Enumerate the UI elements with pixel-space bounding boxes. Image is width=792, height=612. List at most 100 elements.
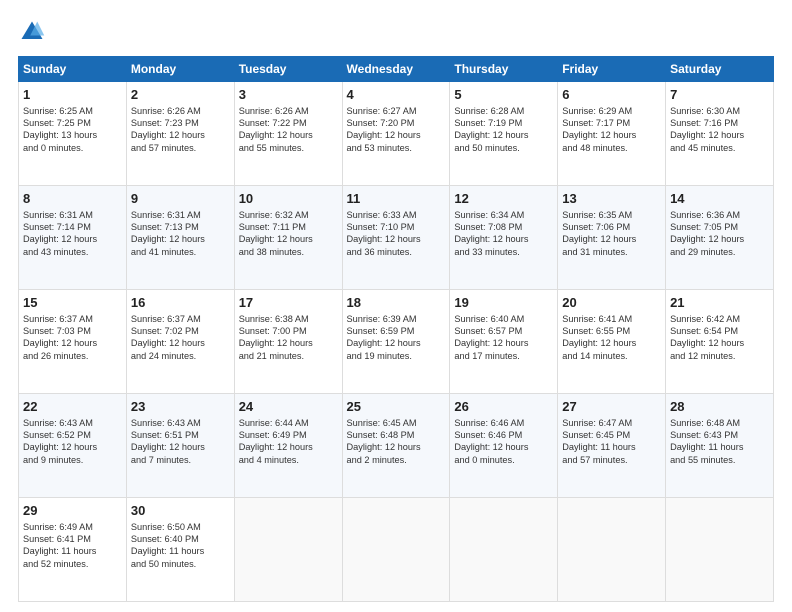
day-info: Sunrise: 6:37 AM Sunset: 7:02 PM Dayligh… (131, 313, 230, 363)
day-number: 30 (131, 502, 230, 520)
day-number: 12 (454, 190, 553, 208)
logo-icon (18, 18, 46, 46)
calendar-cell: 18Sunrise: 6:39 AM Sunset: 6:59 PM Dayli… (342, 290, 450, 394)
calendar-cell: 4Sunrise: 6:27 AM Sunset: 7:20 PM Daylig… (342, 82, 450, 186)
calendar-week-3: 15Sunrise: 6:37 AM Sunset: 7:03 PM Dayli… (19, 290, 774, 394)
day-info: Sunrise: 6:25 AM Sunset: 7:25 PM Dayligh… (23, 105, 122, 155)
calendar-cell: 13Sunrise: 6:35 AM Sunset: 7:06 PM Dayli… (558, 186, 666, 290)
calendar-cell: 26Sunrise: 6:46 AM Sunset: 6:46 PM Dayli… (450, 394, 558, 498)
day-info: Sunrise: 6:42 AM Sunset: 6:54 PM Dayligh… (670, 313, 769, 363)
calendar-cell: 23Sunrise: 6:43 AM Sunset: 6:51 PM Dayli… (126, 394, 234, 498)
day-info: Sunrise: 6:29 AM Sunset: 7:17 PM Dayligh… (562, 105, 661, 155)
day-number: 11 (347, 190, 446, 208)
day-info: Sunrise: 6:47 AM Sunset: 6:45 PM Dayligh… (562, 417, 661, 467)
day-info: Sunrise: 6:44 AM Sunset: 6:49 PM Dayligh… (239, 417, 338, 467)
day-info: Sunrise: 6:40 AM Sunset: 6:57 PM Dayligh… (454, 313, 553, 363)
calendar-cell: 27Sunrise: 6:47 AM Sunset: 6:45 PM Dayli… (558, 394, 666, 498)
calendar-cell (558, 498, 666, 602)
day-info: Sunrise: 6:35 AM Sunset: 7:06 PM Dayligh… (562, 209, 661, 259)
day-number: 16 (131, 294, 230, 312)
day-info: Sunrise: 6:43 AM Sunset: 6:52 PM Dayligh… (23, 417, 122, 467)
day-number: 13 (562, 190, 661, 208)
day-info: Sunrise: 6:45 AM Sunset: 6:48 PM Dayligh… (347, 417, 446, 467)
day-number: 2 (131, 86, 230, 104)
page: SundayMondayTuesdayWednesdayThursdayFrid… (0, 0, 792, 612)
day-info: Sunrise: 6:49 AM Sunset: 6:41 PM Dayligh… (23, 521, 122, 571)
day-info: Sunrise: 6:30 AM Sunset: 7:16 PM Dayligh… (670, 105, 769, 155)
day-number: 17 (239, 294, 338, 312)
day-number: 3 (239, 86, 338, 104)
calendar-week-1: 1Sunrise: 6:25 AM Sunset: 7:25 PM Daylig… (19, 82, 774, 186)
calendar-cell: 24Sunrise: 6:44 AM Sunset: 6:49 PM Dayli… (234, 394, 342, 498)
calendar-cell: 10Sunrise: 6:32 AM Sunset: 7:11 PM Dayli… (234, 186, 342, 290)
col-header-friday: Friday (558, 57, 666, 82)
day-info: Sunrise: 6:28 AM Sunset: 7:19 PM Dayligh… (454, 105, 553, 155)
day-number: 4 (347, 86, 446, 104)
col-header-sunday: Sunday (19, 57, 127, 82)
day-number: 9 (131, 190, 230, 208)
day-number: 10 (239, 190, 338, 208)
day-number: 22 (23, 398, 122, 416)
calendar-cell: 7Sunrise: 6:30 AM Sunset: 7:16 PM Daylig… (666, 82, 774, 186)
day-number: 23 (131, 398, 230, 416)
day-info: Sunrise: 6:43 AM Sunset: 6:51 PM Dayligh… (131, 417, 230, 467)
day-number: 15 (23, 294, 122, 312)
calendar-cell: 22Sunrise: 6:43 AM Sunset: 6:52 PM Dayli… (19, 394, 127, 498)
day-info: Sunrise: 6:33 AM Sunset: 7:10 PM Dayligh… (347, 209, 446, 259)
day-number: 26 (454, 398, 553, 416)
day-number: 25 (347, 398, 446, 416)
day-number: 6 (562, 86, 661, 104)
calendar-cell: 29Sunrise: 6:49 AM Sunset: 6:41 PM Dayli… (19, 498, 127, 602)
calendar-table: SundayMondayTuesdayWednesdayThursdayFrid… (18, 56, 774, 602)
calendar-cell (234, 498, 342, 602)
calendar-cell: 8Sunrise: 6:31 AM Sunset: 7:14 PM Daylig… (19, 186, 127, 290)
calendar-cell: 30Sunrise: 6:50 AM Sunset: 6:40 PM Dayli… (126, 498, 234, 602)
calendar-cell: 17Sunrise: 6:38 AM Sunset: 7:00 PM Dayli… (234, 290, 342, 394)
day-number: 18 (347, 294, 446, 312)
day-info: Sunrise: 6:31 AM Sunset: 7:13 PM Dayligh… (131, 209, 230, 259)
day-number: 1 (23, 86, 122, 104)
calendar-cell: 28Sunrise: 6:48 AM Sunset: 6:43 PM Dayli… (666, 394, 774, 498)
calendar-cell: 3Sunrise: 6:26 AM Sunset: 7:22 PM Daylig… (234, 82, 342, 186)
day-number: 7 (670, 86, 769, 104)
day-number: 24 (239, 398, 338, 416)
day-info: Sunrise: 6:39 AM Sunset: 6:59 PM Dayligh… (347, 313, 446, 363)
calendar-cell: 11Sunrise: 6:33 AM Sunset: 7:10 PM Dayli… (342, 186, 450, 290)
calendar-cell: 2Sunrise: 6:26 AM Sunset: 7:23 PM Daylig… (126, 82, 234, 186)
day-info: Sunrise: 6:38 AM Sunset: 7:00 PM Dayligh… (239, 313, 338, 363)
logo (18, 18, 50, 46)
col-header-monday: Monday (126, 57, 234, 82)
col-header-thursday: Thursday (450, 57, 558, 82)
calendar-cell: 15Sunrise: 6:37 AM Sunset: 7:03 PM Dayli… (19, 290, 127, 394)
calendar-week-5: 29Sunrise: 6:49 AM Sunset: 6:41 PM Dayli… (19, 498, 774, 602)
day-number: 14 (670, 190, 769, 208)
calendar-cell: 16Sunrise: 6:37 AM Sunset: 7:02 PM Dayli… (126, 290, 234, 394)
header (18, 18, 774, 46)
day-number: 21 (670, 294, 769, 312)
day-info: Sunrise: 6:46 AM Sunset: 6:46 PM Dayligh… (454, 417, 553, 467)
col-header-tuesday: Tuesday (234, 57, 342, 82)
day-number: 27 (562, 398, 661, 416)
calendar-cell (342, 498, 450, 602)
calendar-cell: 6Sunrise: 6:29 AM Sunset: 7:17 PM Daylig… (558, 82, 666, 186)
day-number: 28 (670, 398, 769, 416)
calendar-cell: 1Sunrise: 6:25 AM Sunset: 7:25 PM Daylig… (19, 82, 127, 186)
calendar-cell: 5Sunrise: 6:28 AM Sunset: 7:19 PM Daylig… (450, 82, 558, 186)
calendar-header-row: SundayMondayTuesdayWednesdayThursdayFrid… (19, 57, 774, 82)
col-header-wednesday: Wednesday (342, 57, 450, 82)
calendar-week-2: 8Sunrise: 6:31 AM Sunset: 7:14 PM Daylig… (19, 186, 774, 290)
col-header-saturday: Saturday (666, 57, 774, 82)
day-number: 19 (454, 294, 553, 312)
day-info: Sunrise: 6:36 AM Sunset: 7:05 PM Dayligh… (670, 209, 769, 259)
calendar-cell: 12Sunrise: 6:34 AM Sunset: 7:08 PM Dayli… (450, 186, 558, 290)
calendar-cell: 21Sunrise: 6:42 AM Sunset: 6:54 PM Dayli… (666, 290, 774, 394)
calendar-cell: 14Sunrise: 6:36 AM Sunset: 7:05 PM Dayli… (666, 186, 774, 290)
day-info: Sunrise: 6:32 AM Sunset: 7:11 PM Dayligh… (239, 209, 338, 259)
day-info: Sunrise: 6:50 AM Sunset: 6:40 PM Dayligh… (131, 521, 230, 571)
day-number: 8 (23, 190, 122, 208)
calendar-cell: 19Sunrise: 6:40 AM Sunset: 6:57 PM Dayli… (450, 290, 558, 394)
day-info: Sunrise: 6:27 AM Sunset: 7:20 PM Dayligh… (347, 105, 446, 155)
day-info: Sunrise: 6:41 AM Sunset: 6:55 PM Dayligh… (562, 313, 661, 363)
day-info: Sunrise: 6:34 AM Sunset: 7:08 PM Dayligh… (454, 209, 553, 259)
day-info: Sunrise: 6:26 AM Sunset: 7:23 PM Dayligh… (131, 105, 230, 155)
